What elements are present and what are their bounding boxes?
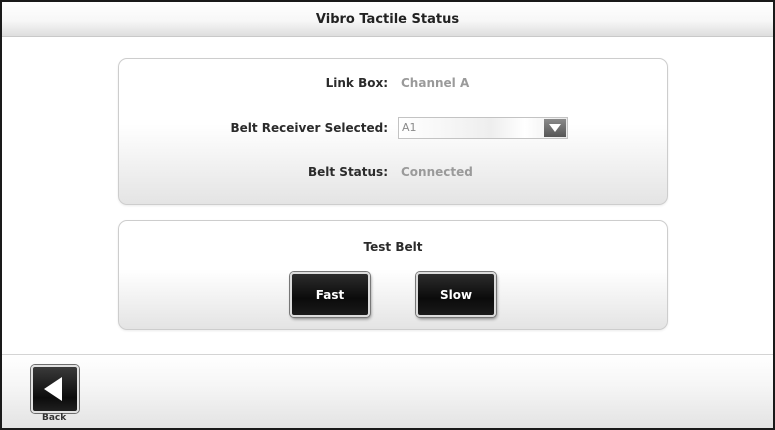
link-box-value: Channel A	[401, 76, 470, 90]
left-triangle-icon	[44, 377, 62, 401]
test-belt-title: Test Belt	[363, 240, 423, 254]
belt-receiver-select[interactable]: A1	[398, 117, 568, 139]
belt-status-row: Belt Status: Connected	[119, 162, 667, 182]
slow-button[interactable]: Slow	[416, 272, 496, 317]
belt-status-label: Belt Status:	[307, 165, 388, 179]
app-window: Vibro Tactile Status Link Box: Channel A…	[0, 0, 775, 430]
back-label: Back	[42, 413, 67, 423]
belt-status-value: Connected	[401, 165, 473, 179]
back-button[interactable]	[31, 365, 79, 413]
link-box-row: Link Box: Channel A	[119, 73, 667, 93]
chevron-down-icon[interactable]	[544, 119, 566, 137]
bottom-toolbar: Back	[2, 354, 773, 428]
window-title: Vibro Tactile Status	[315, 11, 460, 27]
belt-receiver-selected-value: A1	[402, 121, 417, 134]
belt-receiver-row: Belt Receiver Selected: A1	[119, 117, 667, 139]
title-bar: Vibro Tactile Status	[2, 2, 773, 37]
link-box-label: Link Box:	[325, 76, 388, 90]
belt-receiver-label: Belt Receiver Selected:	[230, 121, 388, 135]
fast-button[interactable]: Fast	[290, 272, 370, 317]
test-belt-panel: Test Belt Fast Slow	[118, 220, 668, 330]
status-panel: Link Box: Channel A Belt Receiver Select…	[118, 58, 668, 205]
